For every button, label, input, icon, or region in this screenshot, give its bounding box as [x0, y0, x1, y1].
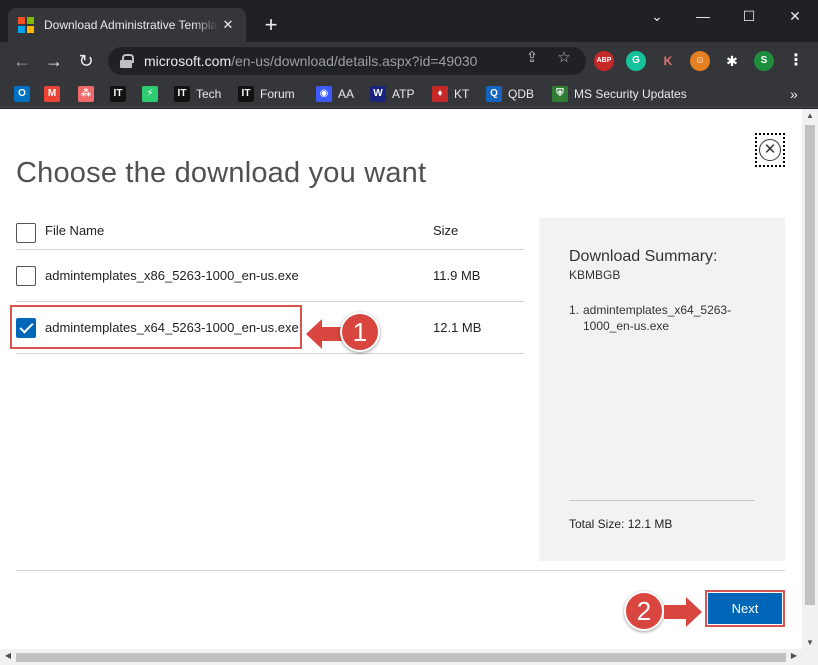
summary-item-name: admintemplates_x64_5263-1000_en-us.exe [583, 303, 732, 333]
feedly-icon: ⚡ [142, 86, 158, 102]
asana-icon: ⁂ [78, 86, 94, 102]
table-header: File Name Size [16, 217, 524, 250]
adblock-plus-icon[interactable]: ABP [594, 51, 614, 71]
url-path: /en-us/download/details.aspx?id=49030 [231, 53, 478, 69]
bookmark-outlook[interactable]: O [14, 85, 36, 103]
dialog-close-button[interactable]: ✕ [755, 133, 785, 167]
file-size: 12.1 MB [433, 320, 482, 335]
file-name: admintemplates_x86_5263-1000_en-us.exe [45, 268, 299, 283]
tab-close-icon[interactable]: ✕ [220, 17, 236, 33]
address-bar[interactable]: microsoft.com/en-us/download/details.asp… [108, 47, 586, 75]
maximize-button[interactable]: ☐ [734, 6, 764, 26]
scroll-down-icon[interactable]: ▼ [802, 638, 818, 647]
kt-icon: ♦ [432, 86, 448, 102]
download-summary-panel: Download Summary: KBMBGB 1. admintemplat… [539, 218, 785, 561]
vertical-scrollbar[interactable]: ▲ ▼ [802, 109, 818, 649]
outlook-icon: O [14, 86, 30, 102]
column-header-size: Size [433, 223, 459, 238]
bookmark-label: ATP [392, 87, 415, 101]
forward-button[interactable]: → [41, 49, 67, 73]
browser-tab[interactable]: Download Administrative Templates ✕ [8, 8, 246, 42]
scrollbar-thumb[interactable] [16, 653, 786, 662]
annotation-arrow-2 [664, 597, 702, 627]
bookmark-label: MS Security Updates [574, 87, 687, 101]
annotation-badge-2: 2 [624, 591, 664, 631]
summary-title: Download Summary: [569, 248, 718, 265]
profile-avatar[interactable]: S [754, 51, 774, 71]
bookmark-label: Forum [260, 87, 295, 101]
summary-code: KBMBGB [569, 268, 621, 282]
bookmark-gmail[interactable]: M [44, 85, 66, 103]
grammarly-icon[interactable]: G [626, 51, 646, 71]
dialog-title: Choose the download you want [16, 157, 427, 189]
bookmark-label: Tech [196, 87, 222, 101]
summary-total-size: Total Size: 12.1 MB [569, 517, 673, 531]
bookmark-label: AA [338, 87, 355, 101]
bookmark-atp[interactable]: W ATP [370, 85, 414, 103]
bookmark-tech[interactable]: IT Tech [174, 85, 221, 103]
new-tab-button[interactable]: + [258, 12, 284, 38]
it-icon: IT [110, 86, 126, 102]
summary-item-number: 1. [569, 303, 580, 317]
bookmark-it[interactable]: IT [110, 85, 132, 103]
summary-divider [569, 500, 755, 501]
minimize-button[interactable]: — [688, 6, 718, 26]
horizontal-scrollbar[interactable]: ◀ ▶ [0, 649, 818, 665]
column-header-file-name: File Name [45, 223, 105, 238]
microsoft-logo-icon [18, 17, 34, 33]
extensions-puzzle-icon[interactable]: ✱ [722, 51, 742, 71]
bookmark-aa[interactable]: ◉ AA [316, 85, 354, 103]
it-icon: IT [238, 86, 254, 102]
window-close-button[interactable]: ✕ [780, 6, 810, 26]
eye-icon: ◉ [316, 86, 332, 102]
scroll-left-icon[interactable]: ◀ [0, 651, 16, 660]
atp-icon: W [370, 86, 386, 102]
bookmarks-bar: O M ⁂ IT ⚡ IT Tech IT Forum ◉ AA W ATP ♦ KT Q… [0, 80, 818, 108]
bookmark-kt[interactable]: ♦ KT [432, 85, 469, 103]
gmail-icon: M [44, 86, 60, 102]
selection-highlight-box [10, 305, 302, 349]
file-size: 11.9 MB [433, 268, 481, 283]
shield-icon: ⛨ [552, 86, 568, 102]
bookmark-ms-security-updates[interactable]: ⛨ MS Security Updates [552, 85, 687, 103]
close-icon: ✕ [759, 139, 781, 161]
bookmark-feedly[interactable]: ⚡ [142, 85, 164, 103]
page-content: Choose the download you want ✕ File Name… [0, 109, 802, 649]
bookmark-forum[interactable]: IT Forum [238, 85, 295, 103]
share-icon[interactable]: ⇪ [523, 48, 541, 66]
tab-search-icon[interactable]: ⌄ [642, 6, 672, 26]
summary-item: 1. admintemplates_x64_5263-1000_en-us.ex… [569, 302, 769, 334]
scroll-up-icon[interactable]: ▲ [802, 111, 818, 120]
bookmark-qdb[interactable]: Q QDB [486, 85, 534, 103]
scrollbar-thumb[interactable] [805, 125, 815, 605]
scroll-right-icon[interactable]: ▶ [786, 651, 802, 660]
it-icon: IT [174, 86, 190, 102]
browser-toolbar: ← → ↻ microsoft.com/en-us/download/detai… [0, 42, 818, 80]
file-checkbox-x86[interactable] [16, 265, 36, 286]
bookmark-label: QDB [508, 87, 535, 101]
next-button[interactable]: Next [708, 593, 782, 624]
url-host: microsoft.com [144, 53, 232, 69]
annotation-badge-1: 1 [340, 312, 380, 352]
table-row[interactable]: admintemplates_x86_5263-1000_en-us.exe 1… [16, 250, 524, 302]
browser-titlebar: Download Administrative Templates ✕ + ⌄ … [0, 0, 818, 42]
qdb-icon: Q [486, 86, 502, 102]
reload-button[interactable]: ↻ [73, 49, 99, 73]
tab-title: Download Administrative Templates [44, 18, 219, 32]
bookmarks-overflow-button[interactable]: » [790, 85, 798, 103]
footer-divider [16, 570, 785, 571]
select-all-checkbox[interactable] [16, 223, 36, 243]
bookmark-asana[interactable]: ⁂ [78, 85, 100, 103]
honey-extension-icon[interactable]: ☺ [690, 51, 710, 71]
bookmark-label: KT [454, 87, 470, 101]
browser-menu-icon[interactable]: ⋮ [786, 51, 806, 71]
k-extension-icon[interactable]: K [658, 51, 678, 71]
lock-icon[interactable] [120, 54, 134, 68]
bookmark-star-icon[interactable]: ☆ [555, 48, 573, 66]
back-button[interactable]: ← [9, 49, 35, 73]
